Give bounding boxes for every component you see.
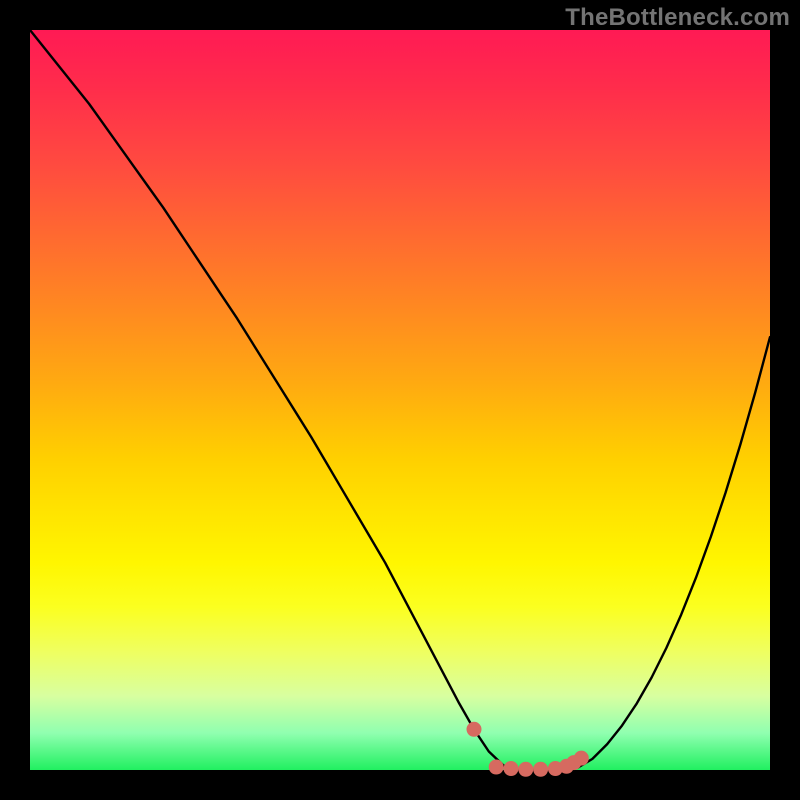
trough-marker [504, 761, 519, 776]
bottleneck-curve [30, 30, 770, 770]
trough-marker [489, 760, 504, 775]
chart-frame: TheBottleneck.com [0, 0, 800, 800]
gradient-plot-area [30, 30, 770, 770]
trough-marker [467, 722, 482, 737]
curve-svg [30, 30, 770, 770]
trough-marker [533, 762, 548, 777]
watermark-text: TheBottleneck.com [565, 4, 790, 32]
trough-marker [518, 762, 533, 777]
trough-markers [467, 722, 589, 777]
trough-marker [574, 751, 589, 766]
